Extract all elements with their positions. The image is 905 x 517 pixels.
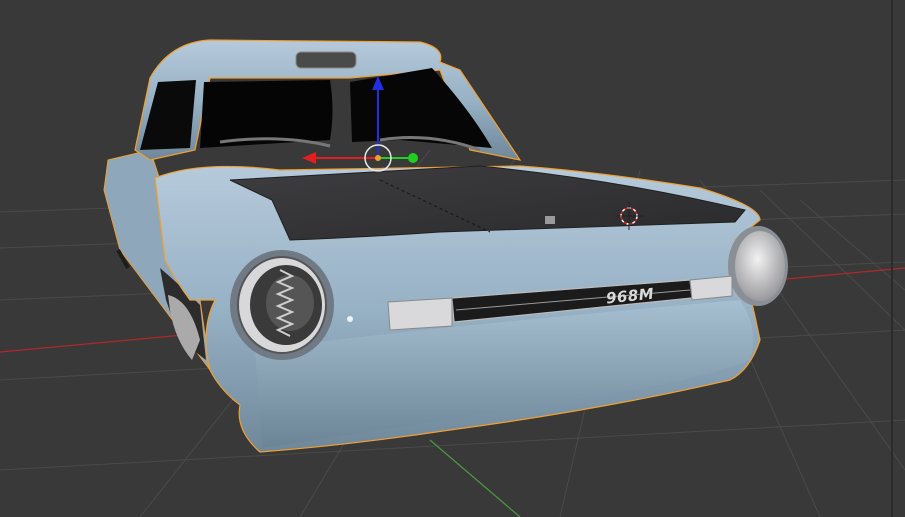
rearview-mirror bbox=[295, 51, 357, 69]
3d-viewport[interactable]: 968M bbox=[0, 0, 905, 517]
bumper-guard-right bbox=[689, 275, 733, 301]
viewport-border bbox=[891, 0, 893, 517]
headlamp-left bbox=[230, 250, 334, 360]
car-model[interactable] bbox=[103, 39, 788, 453]
small-light bbox=[347, 316, 353, 322]
gizmo-x-arrow-icon[interactable] bbox=[302, 152, 316, 164]
viewport-canvas[interactable] bbox=[0, 0, 905, 517]
hood-latch bbox=[545, 216, 555, 224]
gizmo-y-handle-icon[interactable] bbox=[408, 153, 418, 163]
headlamp-right bbox=[728, 226, 788, 306]
bumper-guard-left bbox=[387, 297, 453, 331]
object-origin-icon bbox=[375, 155, 381, 161]
y-axis-line bbox=[429, 439, 521, 517]
